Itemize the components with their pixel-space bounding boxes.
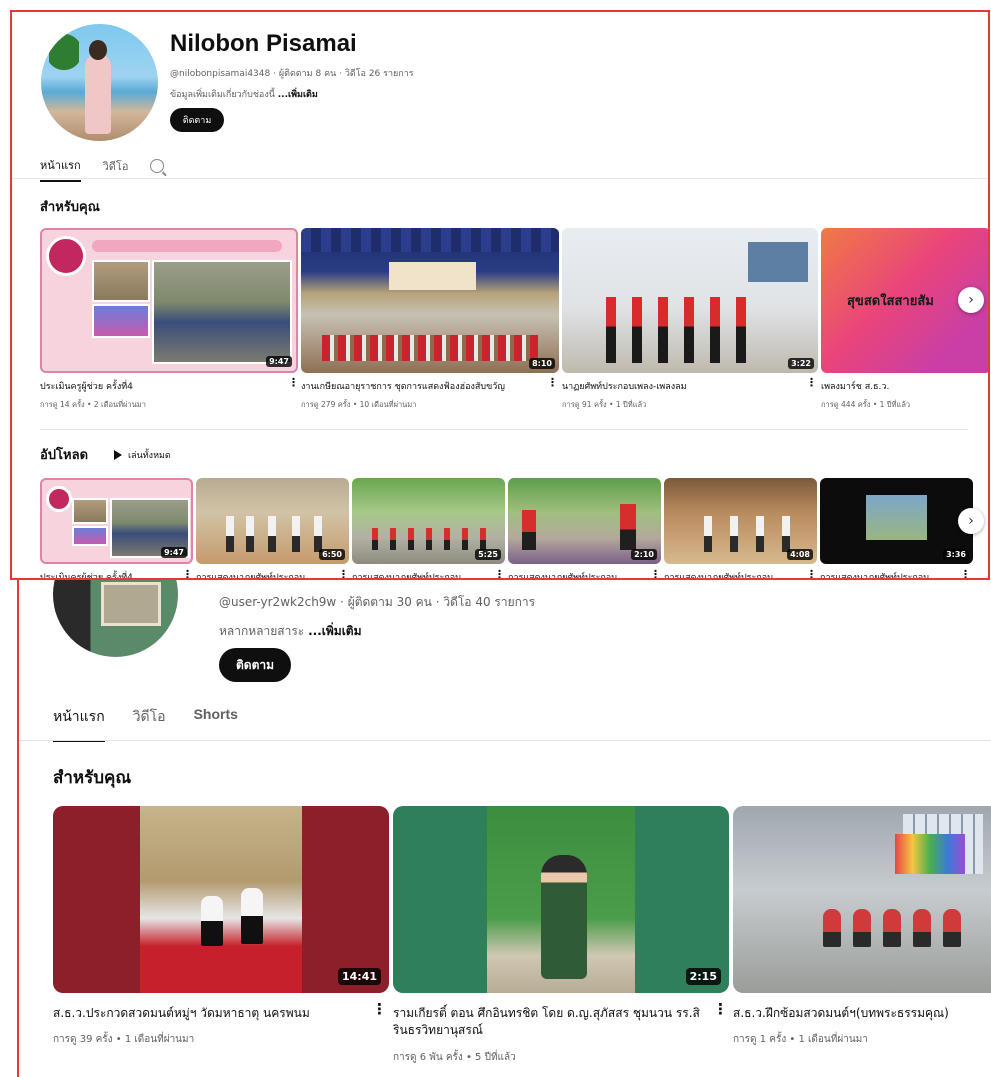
section-title-for-you: สำหรับคุณ [40, 200, 100, 215]
video-meta: การดู 1 ครั้ง • 1 เดือนที่ผ่านมา [733, 1034, 868, 1045]
video-menu-icon[interactable]: ⋮ [960, 568, 971, 578]
subscribe-button[interactable]: ติดตาม [170, 108, 224, 132]
video-meta: การดู 6 พัน ครั้ง • 5 ปีที่แล้ว [393, 1052, 516, 1063]
more-link[interactable]: ...เพิ่มเติม [278, 90, 318, 100]
video-duration: 9:47 [266, 356, 292, 367]
video-menu-icon[interactable]: ⋮ [288, 376, 299, 389]
search-icon[interactable] [150, 159, 165, 173]
tabs-divider [17, 740, 991, 741]
tab-shorts[interactable]: Shorts [194, 706, 238, 742]
video-title[interactable]: การแสดงนาฏยศัพท์ประกอบ [352, 570, 492, 578]
tab-home[interactable]: หน้าแรก [53, 706, 105, 742]
video-menu-icon[interactable]: ⋮ [713, 1000, 728, 1018]
video-title[interactable]: ส.ธ.ว.ประกวดสวดมนต์หมู่ฯ วัดมหาธาตุ นครพ… [53, 1005, 363, 1022]
channel-description-text: ข้อมูลเพิ่มเติมเกี่ยวกับช่องนี้ [170, 90, 275, 100]
video-duration: 3:22 [788, 358, 814, 369]
chevron-right-icon[interactable]: › [958, 508, 984, 534]
video-thumbnail[interactable]: 2:15 [393, 806, 729, 993]
video-duration: 9:47 [161, 547, 187, 558]
video-meta: การดู 444 ครั้ง • 1 ปีที่แล้ว [821, 400, 911, 409]
video-thumbnail[interactable]: 5:25 [352, 478, 505, 564]
channel-tabs: หน้าแรก วิดีโอ [40, 150, 165, 182]
video-duration: 2:10 [631, 549, 657, 560]
video-thumbnail[interactable]: 9:47 [40, 478, 193, 564]
video-title[interactable]: ประเมินครูผู้ช่วย ครั้งที่4 [40, 570, 180, 578]
video-meta: การดู 14 ครั้ง • 2 เดือนที่ผ่านมา [40, 400, 146, 409]
play-all-button[interactable]: เล่นทั้งหมด [114, 448, 171, 462]
video-meta: การดู 39 ครั้ง • 1 เดือนที่ผ่านมา [53, 1034, 195, 1045]
tab-videos[interactable]: วิดีโอ [133, 706, 166, 742]
section-title-for-you: สำหรับคุณ [53, 768, 132, 788]
play-all-label: เล่นทั้งหมด [128, 451, 171, 461]
channel-page-2: @user-yr2wk2ch9w · ผู้ติดตาม 30 คน · วิด… [17, 560, 991, 1077]
channel-name: Nilobon Pisamai [170, 30, 357, 57]
video-title[interactable]: การแสดงนาฏยศัพท์ประกอบ [664, 570, 804, 578]
video-duration: 4:08 [787, 549, 813, 560]
more-link[interactable]: ...เพิ่มเติม [308, 624, 361, 638]
video-thumbnail[interactable]: 2:10 [508, 478, 661, 564]
video-title[interactable]: ประเมินครูผู้ช่วย ครั้งที่4 [40, 379, 280, 393]
video-duration: 3:36 [943, 549, 969, 560]
video-title[interactable]: การแสดงนาฏยศัพท์ประกอบ [508, 570, 648, 578]
video-thumbnail[interactable]: 9:47 [40, 228, 298, 373]
video-title[interactable]: งานเกษียณอายุราชการ ชุดการแสดงฟ้องฮ่องสั… [301, 379, 536, 393]
video-title[interactable]: เพลงมาร์ช ส.ธ.ว. [821, 379, 971, 393]
video-thumbnail[interactable]: 8:10 [301, 228, 559, 373]
video-duration: 14:41 [337, 968, 381, 985]
video-menu-icon[interactable]: ⋮ [182, 568, 193, 578]
video-thumbnail[interactable]: 3:22 [562, 228, 818, 373]
channel-tabs: หน้าแรก วิดีโอ Shorts [53, 706, 238, 742]
video-thumbnail[interactable] [733, 806, 991, 993]
video-meta: การดู 279 ครั้ง • 10 เดือนที่ผ่านมา [301, 400, 417, 409]
video-duration: 6:50 [319, 549, 345, 560]
channel-meta: @nilobonpisamai4348 · ผู้ติดตาม 8 คน · ว… [170, 69, 414, 79]
video-menu-icon[interactable]: ⋮ [650, 568, 661, 578]
channel-description[interactable]: หลากหลายสาระ ...เพิ่มเติม [219, 622, 362, 641]
thumbnail-text: สุขสดใสสายสัม [847, 294, 934, 309]
play-icon [114, 450, 122, 460]
channel-description[interactable]: ข้อมูลเพิ่มเติมเกี่ยวกับช่องนี้ ...เพิ่ม… [170, 87, 318, 101]
video-thumbnail[interactable]: 3:36 [820, 478, 973, 564]
subscribe-button[interactable]: ติดตาม [219, 648, 291, 682]
video-title[interactable]: รามเกียรติ์ ตอน ศึกอินทรชิต โดย ด.ญ.สุภั… [393, 1005, 713, 1039]
video-title[interactable]: การแสดงนาฏยศัพท์ประกอบ [820, 570, 960, 578]
video-title[interactable]: นาฏยศัพท์ประกอบเพลง-เพลงลม [562, 379, 797, 393]
video-title[interactable]: การแสดงนาฏยศัพท์ประกอบ [196, 570, 336, 578]
video-menu-icon[interactable]: ⋮ [806, 568, 817, 578]
video-meta: การดู 91 ครั้ง • 1 ปีที่แล้ว [562, 400, 647, 409]
video-menu-icon[interactable]: ⋮ [372, 1000, 387, 1018]
video-thumbnail[interactable]: 4:08 [664, 478, 817, 564]
channel-meta: @user-yr2wk2ch9w · ผู้ติดตาม 30 คน · วิด… [219, 595, 536, 609]
video-title[interactable]: ส.ธ.ว.ฝึกซ้อมสวดมนต์ฯ(บทพระธรรมคุณ) [733, 1005, 991, 1022]
channel-description-text: หลากหลายสาระ [219, 624, 305, 638]
video-menu-icon[interactable]: ⋮ [494, 568, 505, 578]
video-thumbnail[interactable]: 14:41 [53, 806, 389, 993]
section-divider [40, 429, 968, 430]
tabs-divider [12, 178, 988, 179]
video-menu-icon[interactable]: ⋮ [338, 568, 349, 578]
video-menu-icon[interactable]: ⋮ [806, 376, 817, 389]
video-duration: 5:25 [475, 549, 501, 560]
video-duration: 8:10 [529, 358, 555, 369]
channel-avatar[interactable] [41, 24, 158, 141]
highlight-border [17, 580, 19, 1077]
video-thumbnail[interactable]: 6:50 [196, 478, 349, 564]
section-title-uploads: อัปโหลด [40, 448, 89, 463]
channel-page-1: Nilobon Pisamai @nilobonpisamai4348 · ผู… [10, 10, 990, 580]
video-duration: 2:15 [685, 968, 721, 985]
chevron-right-icon[interactable]: › [958, 287, 984, 313]
video-menu-icon[interactable]: ⋮ [547, 376, 558, 389]
